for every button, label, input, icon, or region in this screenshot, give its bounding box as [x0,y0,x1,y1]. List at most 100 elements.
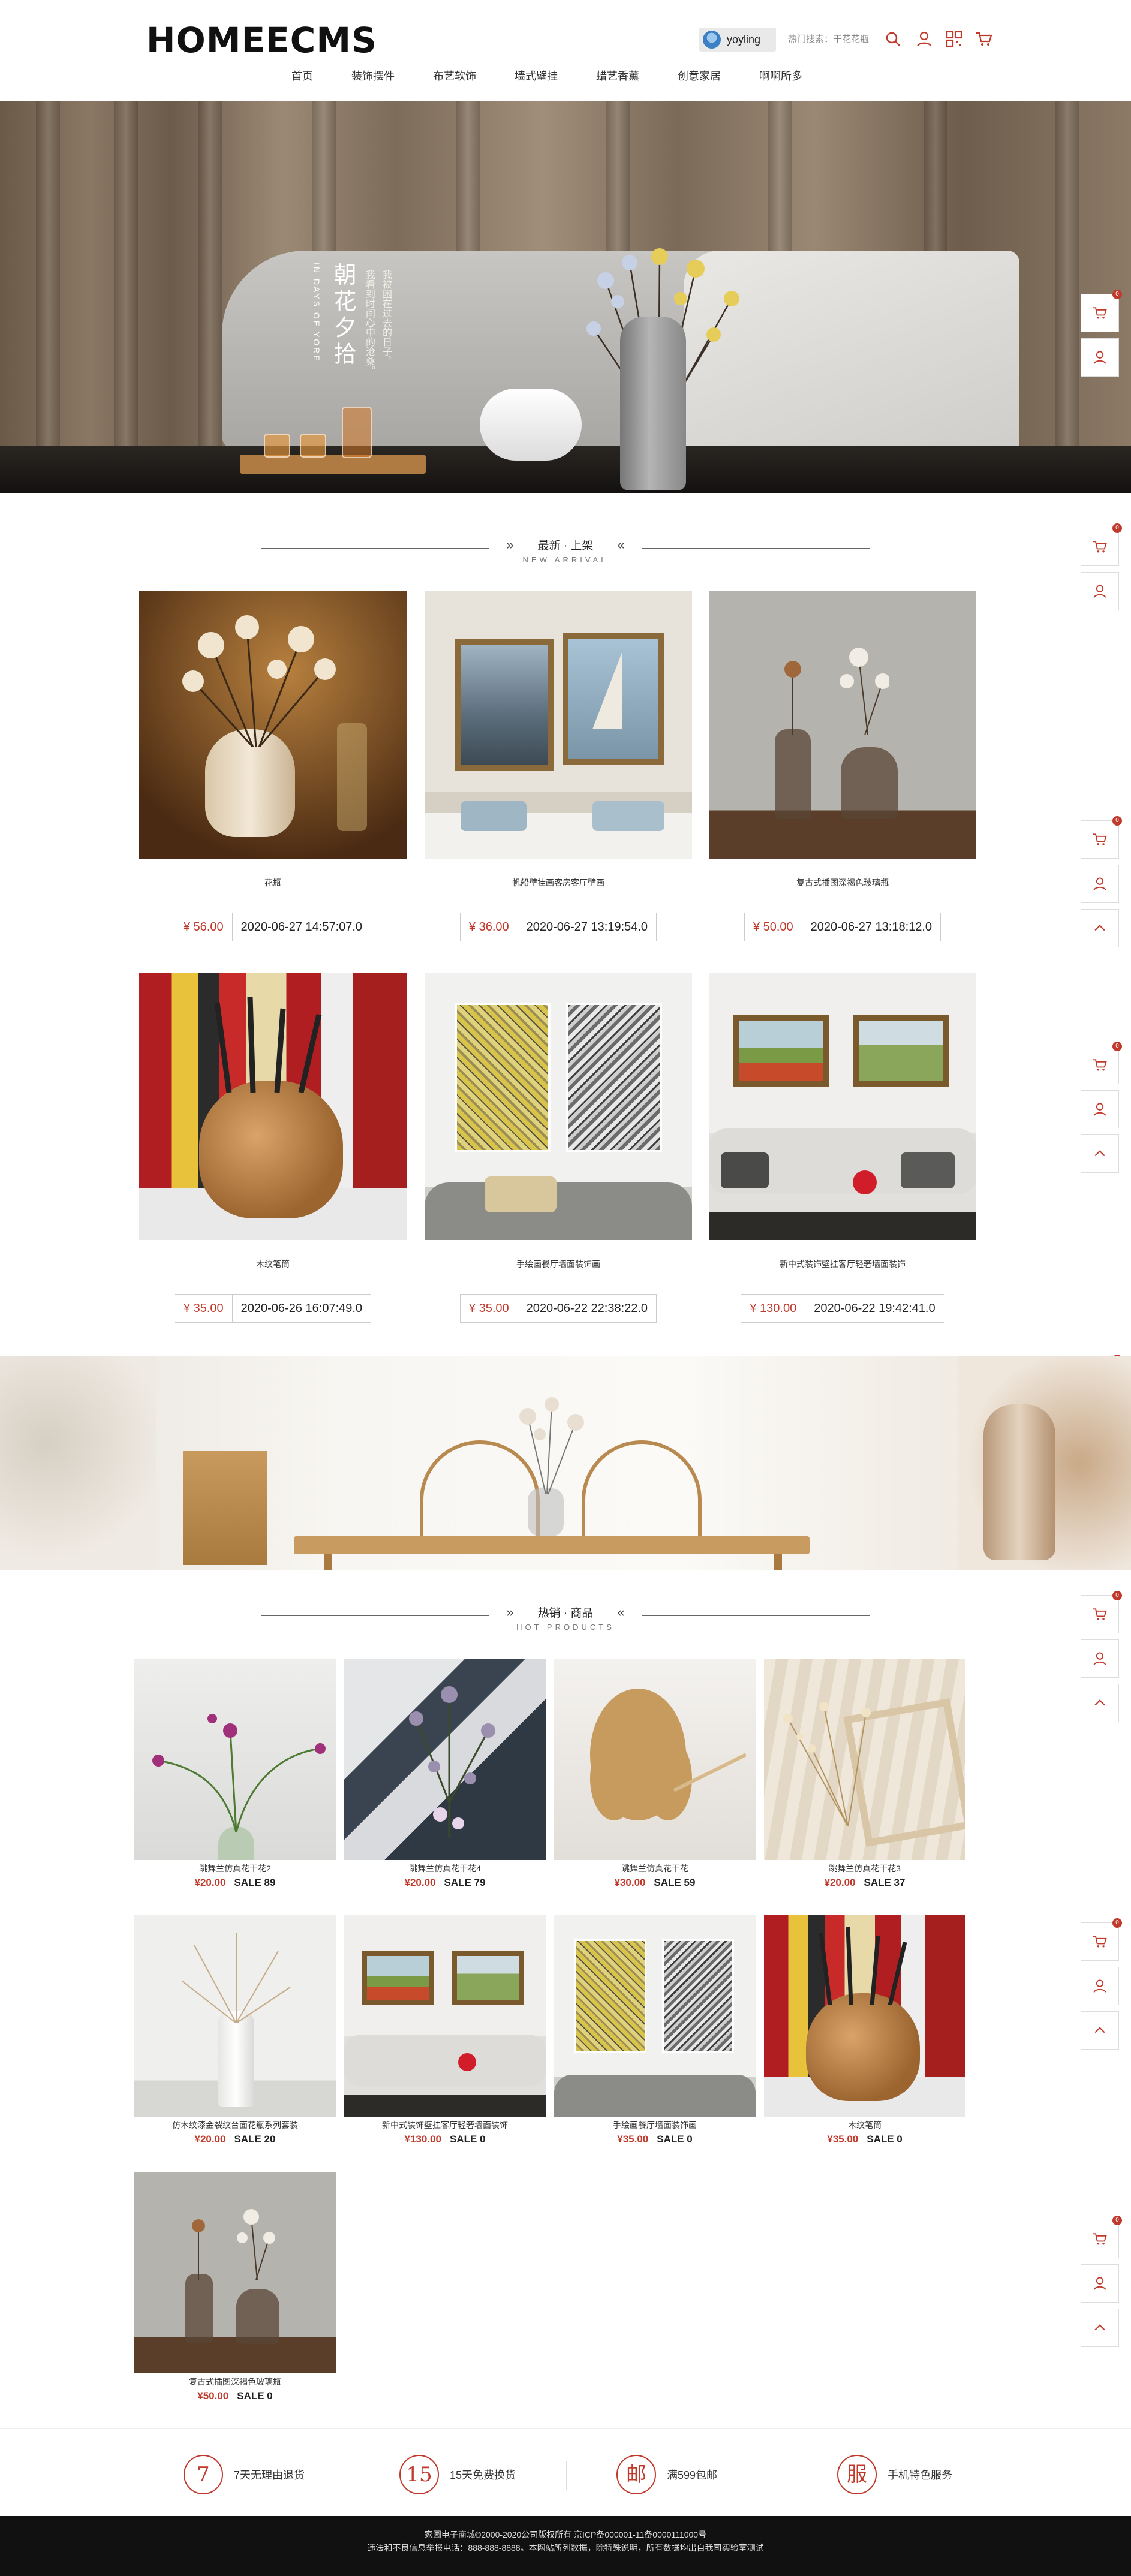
product-image[interactable] [709,591,976,859]
back-to-top-button[interactable] [1081,2011,1119,2050]
product-image[interactable] [139,591,407,859]
section-title-cn: 热销 · 商品 [537,1607,594,1620]
side-cart-button[interactable]: 0 [1081,1591,1122,1633]
product-image[interactable] [425,591,692,859]
product-price: ¥ 50.00 [744,913,802,941]
hot-product-card[interactable]: 跳舞兰仿真花干花 ¥30.00 SALE 59 [554,1659,756,1889]
nav-item-home[interactable]: 首页 [291,67,313,85]
qrcode-icon[interactable] [945,30,963,48]
promo-banner[interactable] [0,1356,1131,1570]
hot-product-card[interactable]: 跳舞兰仿真花干花3 ¥20.00 SALE 37 [764,1659,965,1889]
cart-count-badge: 0 [1112,523,1122,533]
product-price: ¥50.00 [197,2390,229,2402]
site-logo[interactable]: HOMEECMS [146,23,377,58]
back-to-top-button[interactable] [1081,1684,1119,1722]
product-name[interactable]: 帆船壁挂画客房客厅壁画 [425,877,692,889]
hot-product-card[interactable]: 新中式装饰壁挂客厅轻奢墙面装饰 ¥130.00 SALE 0 [344,1915,546,2145]
product-price: ¥30.00 [614,1877,646,1888]
back-to-top-button[interactable] [1081,1134,1119,1173]
product-name[interactable]: 复古式插图深褐色玻璃瓶 [709,877,976,889]
product-image[interactable] [764,1915,965,2117]
hot-product-card[interactable]: 跳舞兰仿真花干花4 ¥20.00 SALE 79 [344,1659,546,1889]
nav-item-decor[interactable]: 装饰摆件 [351,67,395,85]
side-cart-button[interactable]: 0 [1081,2216,1122,2258]
user-icon[interactable] [915,30,933,48]
nav-item-candle[interactable]: 蜡艺香薰 [596,67,639,85]
back-to-top-button[interactable] [1081,2309,1119,2347]
product-name[interactable]: 木纹笔筒 [139,1258,407,1270]
product-image[interactable] [134,2172,336,2373]
product-price: ¥ 130.00 [741,1294,806,1323]
user-account[interactable]: yoyling [699,28,776,52]
side-user-button[interactable] [1081,1639,1119,1678]
hot-product-card[interactable]: 手绘画餐厅墙面装饰画 ¥35.00 SALE 0 [554,1915,756,2145]
service-icon: 服 [837,2455,877,2494]
side-user-button[interactable] [1081,1090,1119,1128]
product-sales: SALE 0 [867,2133,903,2145]
hot-product-card[interactable]: 跳舞兰仿真花干花2 ¥20.00 SALE 89 [134,1659,336,1889]
product-card[interactable]: 新中式装饰壁挂客厅轻奢墙面装饰 ¥ 130.00 2020-06-22 19:42… [709,973,976,1323]
service-exchange: 15 15天免费换货 [399,2455,516,2494]
product-name[interactable]: 跳舞兰仿真花干花3 [764,1862,965,1874]
product-image[interactable] [344,1659,546,1860]
product-image[interactable] [134,1659,336,1860]
product-name[interactable]: 新中式装饰壁挂客厅轻奢墙面装饰 [344,2119,546,2131]
product-name[interactable]: 跳舞兰仿真花干花4 [344,1862,546,1874]
product-name[interactable]: 花瓶 [139,877,407,889]
product-card[interactable]: 帆船壁挂画客房客厅壁画 ¥ 36.00 2020-06-27 13:19:54.0 [425,591,692,941]
product-image[interactable] [134,1915,336,2117]
product-name[interactable]: 仿木纹漆金裂纹台面花瓶系列套装 [134,2119,336,2131]
product-date: 2020-06-27 13:18:12.0 [802,913,942,941]
nav-item-fabric[interactable]: 布艺软饰 [433,67,476,85]
new-arrival-heading: » 最新 · 上架 « NEW ARRIVAL [261,537,870,564]
product-price: ¥35.00 [827,2133,859,2145]
cart-count-badge: 0 [1112,1918,1122,1928]
side-cart-button[interactable]: 0 [1081,290,1122,332]
nav-item-creative[interactable]: 创意家居 [678,67,721,85]
hot-product-card[interactable]: 仿木纹漆金裂纹台面花瓶系列套装 ¥20.00 SALE 20 [134,1915,336,2145]
back-to-top-button[interactable] [1081,909,1119,947]
hot-product-card[interactable]: 木纹笔筒 ¥35.00 SALE 0 [764,1915,965,2145]
product-card[interactable]: 木纹笔筒 ¥ 35.00 2020-06-26 16:07:49.0 [139,973,407,1323]
cart-count-badge: 0 [1112,1042,1122,1051]
product-card[interactable]: 花瓶 ¥ 56.00 2020-06-27 14:57:07.0 [139,591,407,941]
product-image[interactable] [554,1659,756,1860]
hero-banner[interactable]: 朝花夕拾 IN DAYS OF YORE 我被困在过去的日子， 我看到时间心中的… [0,101,1131,493]
product-sales: SALE 0 [657,2133,693,2145]
product-image[interactable] [139,973,407,1240]
nav-item-wall[interactable]: 墙式壁挂 [515,67,558,85]
product-sales: SALE 0 [237,2390,273,2402]
cart-icon[interactable] [975,30,993,48]
service-text: 满599包邮 [667,2469,718,2481]
product-image[interactable] [554,1915,756,2117]
side-cart-button[interactable]: 0 [1081,1918,1122,1961]
product-card[interactable]: 手绘画餐厅墙面装饰画 ¥ 35.00 2020-06-22 22:38:22.0 [425,973,692,1323]
product-name[interactable]: 新中式装饰壁挂客厅轻奢墙面装饰 [709,1258,976,1270]
product-image[interactable] [425,973,692,1240]
side-user-button[interactable] [1081,2264,1119,2303]
search-icon[interactable] [884,30,902,48]
product-price: ¥ 35.00 [459,1294,518,1323]
service-text: 7天无理由退货 [234,2469,305,2481]
product-image[interactable] [764,1659,965,1860]
product-name[interactable]: 跳舞兰仿真花干花2 [134,1862,336,1874]
section-title-cn: 最新 · 上架 [537,540,594,552]
product-name[interactable]: 手绘画餐厅墙面装饰画 [425,1258,692,1270]
product-name[interactable]: 木纹笔筒 [764,2119,965,2131]
product-name[interactable]: 复古式插图深褐色玻璃瓶 [134,2376,336,2388]
side-user-button[interactable] [1081,865,1119,903]
nav-item-other[interactable]: 啊啊所多 [759,67,802,85]
product-card[interactable]: 复古式插图深褐色玻璃瓶 ¥ 50.00 2020-06-27 13:18:12.0 [709,591,976,941]
product-image[interactable] [709,973,976,1240]
side-user-button[interactable] [1081,1967,1119,2005]
product-name[interactable]: 跳舞兰仿真花干花 [554,1862,756,1874]
product-sales: SALE 89 [234,1877,276,1888]
hot-product-card[interactable]: 复古式插图深褐色玻璃瓶 ¥50.00 SALE 0 [134,2172,336,2402]
side-user-button[interactable] [1081,338,1119,377]
side-cart-button[interactable]: 0 [1081,816,1122,859]
side-cart-button[interactable]: 0 [1081,523,1122,566]
side-cart-button[interactable]: 0 [1081,1042,1122,1084]
side-user-button[interactable] [1081,572,1119,610]
product-name[interactable]: 手绘画餐厅墙面装饰画 [554,2119,756,2131]
product-image[interactable] [344,1915,546,2117]
